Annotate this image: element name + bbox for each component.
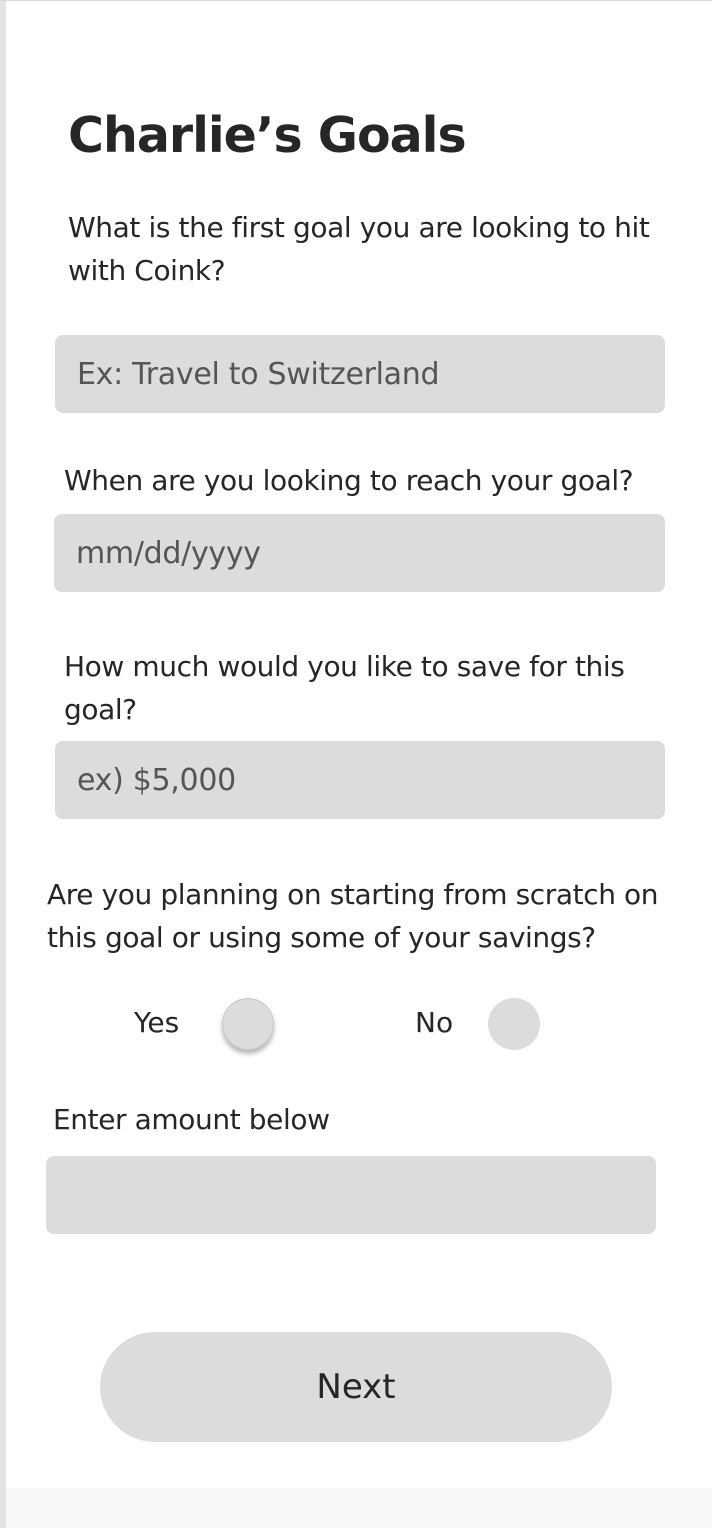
date-input[interactable]: mm/dd/yyyy [54, 514, 665, 592]
start-question: Are you planning on starting from scratc… [47, 878, 659, 954]
no-option-label: No [415, 1006, 454, 1039]
no-radio[interactable] [488, 998, 540, 1050]
left-edge [0, 0, 6, 1528]
date-question: When are you looking to reach your goal? [64, 464, 634, 497]
top-divider [0, 0, 712, 1]
page-title: Charlie’s Goals [68, 107, 467, 164]
yes-option-label: Yes [134, 1006, 180, 1039]
amount-input[interactable]: ex) $5,000 [55, 741, 665, 819]
yes-radio[interactable] [222, 998, 274, 1050]
next-button[interactable]: Next [100, 1332, 612, 1442]
savings-amount-label: Enter amount below [53, 1103, 330, 1136]
savings-amount-input[interactable] [46, 1156, 656, 1234]
goal-input[interactable]: Ex: Travel to Switzerland [55, 335, 665, 413]
date-input-placeholder: mm/dd/yyyy [76, 535, 261, 571]
amount-question: How much would you like to save for this… [64, 650, 625, 726]
amount-input-placeholder: ex) $5,000 [77, 762, 236, 798]
bottom-band [6, 1488, 712, 1528]
goal-question: What is the first goal you are looking t… [68, 211, 650, 287]
goal-input-placeholder: Ex: Travel to Switzerland [77, 356, 440, 392]
